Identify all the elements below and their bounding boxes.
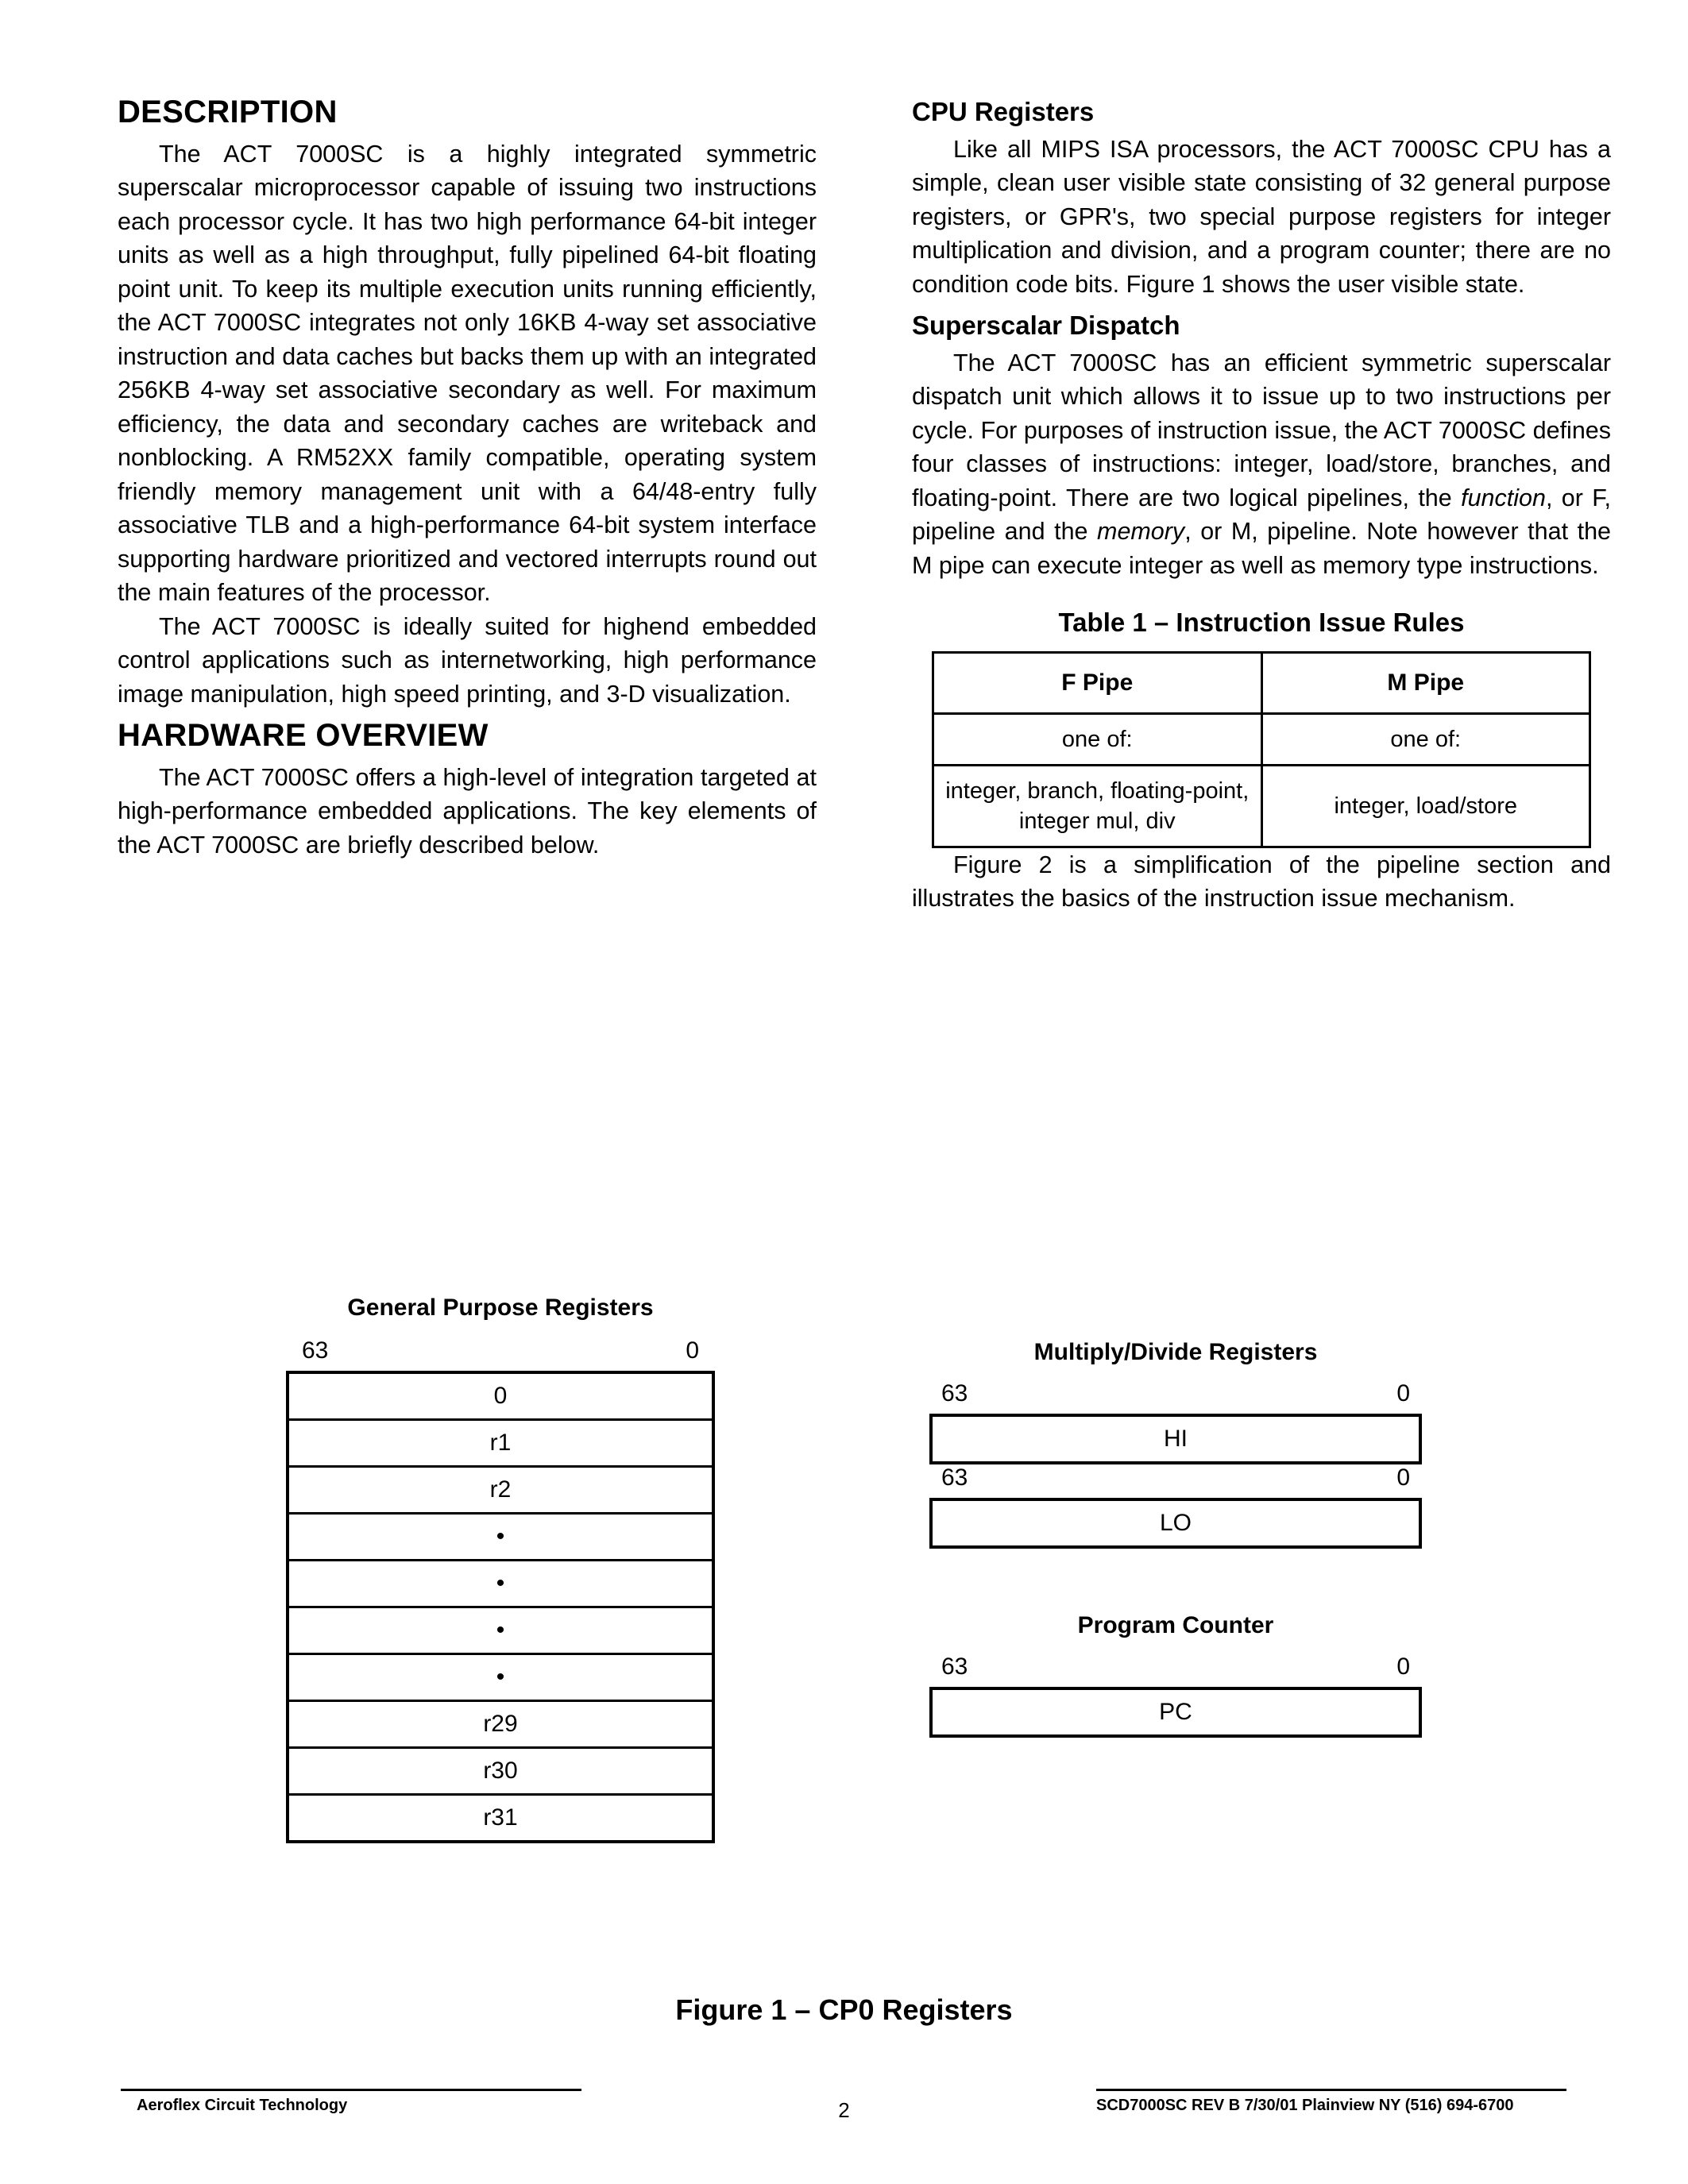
gpr-title: General Purpose Registers xyxy=(347,1295,654,1321)
gpr-cell: r31 xyxy=(286,1793,715,1843)
muldiv-bit-0-lo: 0 xyxy=(1396,1464,1410,1491)
gpr-row: • xyxy=(286,1606,715,1655)
muldiv-row: HI xyxy=(929,1414,1422,1464)
table-cell-m-classes: integer, load/store xyxy=(1260,763,1591,848)
table-1-title: Table 1 – Instruction Issue Rules xyxy=(1058,608,1465,637)
gpr-row: r29 xyxy=(286,1700,715,1749)
heading-cpu-registers: CPU Registers xyxy=(912,97,1095,126)
table-row: one of: one of: xyxy=(932,712,1591,766)
muldiv-hi-table: HI xyxy=(929,1414,1422,1464)
gpr-cell: r29 xyxy=(286,1700,715,1749)
gpr-row: r31 xyxy=(286,1793,715,1843)
paragraph-superscalar-dispatch: The ACT 7000SC has an efficient symmetri… xyxy=(912,346,1611,583)
footer-document-info: SCD7000SC REV B 7/30/01 Plainview NY (51… xyxy=(1096,2097,1514,2114)
pc-row: PC xyxy=(929,1687,1422,1738)
table-cell-f-classes: integer, branch, floating-point, integer… xyxy=(932,763,1263,848)
muldiv-cell-lo: LO xyxy=(929,1498,1422,1549)
muldiv-bit-0-hi: 0 xyxy=(1396,1380,1410,1406)
muldiv-lo-table: LO xyxy=(929,1498,1422,1549)
gpr-row: r2 xyxy=(286,1465,715,1515)
figure-1-caption: Figure 1 – CP0 Registers xyxy=(675,1993,1013,2026)
gpr-bit-63: 63 xyxy=(302,1337,329,1364)
paragraph-description-1: The ACT 7000SC is a highly integrated sy… xyxy=(118,140,817,607)
right-text-column: CPU Registers Like all MIPS ISA processo… xyxy=(912,95,1611,916)
pc-cell: PC xyxy=(929,1687,1422,1738)
gpr-row: 0 xyxy=(286,1371,715,1421)
gpr-cell: • xyxy=(286,1653,715,1702)
gpr-row: r30 xyxy=(286,1746,715,1796)
paragraph-figure-2-note: Figure 2 is a simplification of the pipe… xyxy=(912,851,1611,913)
gpr-register-table: 0 r1 r2 • • • • r29 r30 r31 xyxy=(286,1371,715,1843)
heading-superscalar-dispatch: Superscalar Dispatch xyxy=(912,311,1180,340)
pc-bit-0: 0 xyxy=(1396,1653,1410,1680)
emphasis-function: function xyxy=(1461,484,1546,511)
heading-description: DESCRIPTION xyxy=(118,95,338,129)
muldiv-bit-63-hi: 63 xyxy=(941,1380,968,1406)
gpr-row: r1 xyxy=(286,1418,715,1468)
table-row: integer, branch, floating-point, integer… xyxy=(932,763,1591,848)
muldiv-row: LO xyxy=(929,1498,1422,1549)
paragraph-cpu-registers: Like all MIPS ISA processors, the ACT 70… xyxy=(912,135,1611,298)
pc-title: Program Counter xyxy=(1077,1612,1274,1638)
program-counter-block: Program Counter 63 0 PC xyxy=(929,1612,1422,1738)
muldiv-bit-labels-lo: 63 0 xyxy=(941,1464,1410,1498)
gpr-cell: r1 xyxy=(286,1418,715,1468)
gpr-row: • xyxy=(286,1512,715,1561)
muldiv-cell-hi: HI xyxy=(929,1414,1422,1464)
muldiv-title: Multiply/Divide Registers xyxy=(1033,1339,1318,1365)
gpr-cell: 0 xyxy=(286,1371,715,1421)
gpr-block: General Purpose Registers 63 0 0 r1 r2 •… xyxy=(286,1295,715,1843)
paragraph-description-2: The ACT 7000SC is ideally suited for hig… xyxy=(118,612,817,708)
pc-bit-labels: 63 0 xyxy=(941,1653,1410,1687)
gpr-cell: • xyxy=(286,1559,715,1608)
gpr-cell: r2 xyxy=(286,1465,715,1515)
footer-rule-right xyxy=(1096,2089,1566,2091)
gpr-bit-0: 0 xyxy=(686,1337,699,1364)
figure-1-area: General Purpose Registers 63 0 0 r1 r2 •… xyxy=(0,1295,1688,2009)
heading-hardware-overview: HARDWARE OVERVIEW xyxy=(118,718,489,753)
table-header-f-pipe: F Pipe xyxy=(932,650,1263,715)
gpr-row: • xyxy=(286,1559,715,1608)
table-header-row: F Pipe M Pipe xyxy=(932,650,1591,715)
pc-table: PC xyxy=(929,1687,1422,1738)
gpr-cell: r30 xyxy=(286,1746,715,1796)
paragraph-hardware-overview: The ACT 7000SC offers a high-level of in… xyxy=(118,763,817,859)
table-cell-f-oneof: one of: xyxy=(932,712,1263,766)
muldiv-bit-63-lo: 63 xyxy=(941,1464,968,1491)
left-text-column: DESCRIPTION The ACT 7000SC is a highly i… xyxy=(118,95,817,862)
gpr-bit-labels: 63 0 xyxy=(302,1337,699,1371)
page-footer: Aeroflex Circuit Technology 2 SCD7000SC … xyxy=(0,2089,1688,2152)
table-header-m-pipe: M Pipe xyxy=(1260,650,1591,715)
gpr-cell: • xyxy=(286,1606,715,1655)
gpr-cell: • xyxy=(286,1512,715,1561)
emphasis-memory: memory xyxy=(1097,518,1185,545)
footer-rule-left xyxy=(121,2089,581,2091)
document-page: DESCRIPTION The ACT 7000SC is a highly i… xyxy=(0,0,1688,2184)
table-instruction-issue-rules: F Pipe M Pipe one of: one of: integer, b… xyxy=(932,650,1591,848)
table-cell-m-oneof: one of: xyxy=(1260,712,1591,766)
pc-bit-63: 63 xyxy=(941,1653,968,1680)
multiply-divide-block: Multiply/Divide Registers 63 0 HI 63 0 L… xyxy=(929,1339,1422,1549)
muldiv-bit-labels-hi: 63 0 xyxy=(941,1380,1410,1414)
gpr-row: • xyxy=(286,1653,715,1702)
